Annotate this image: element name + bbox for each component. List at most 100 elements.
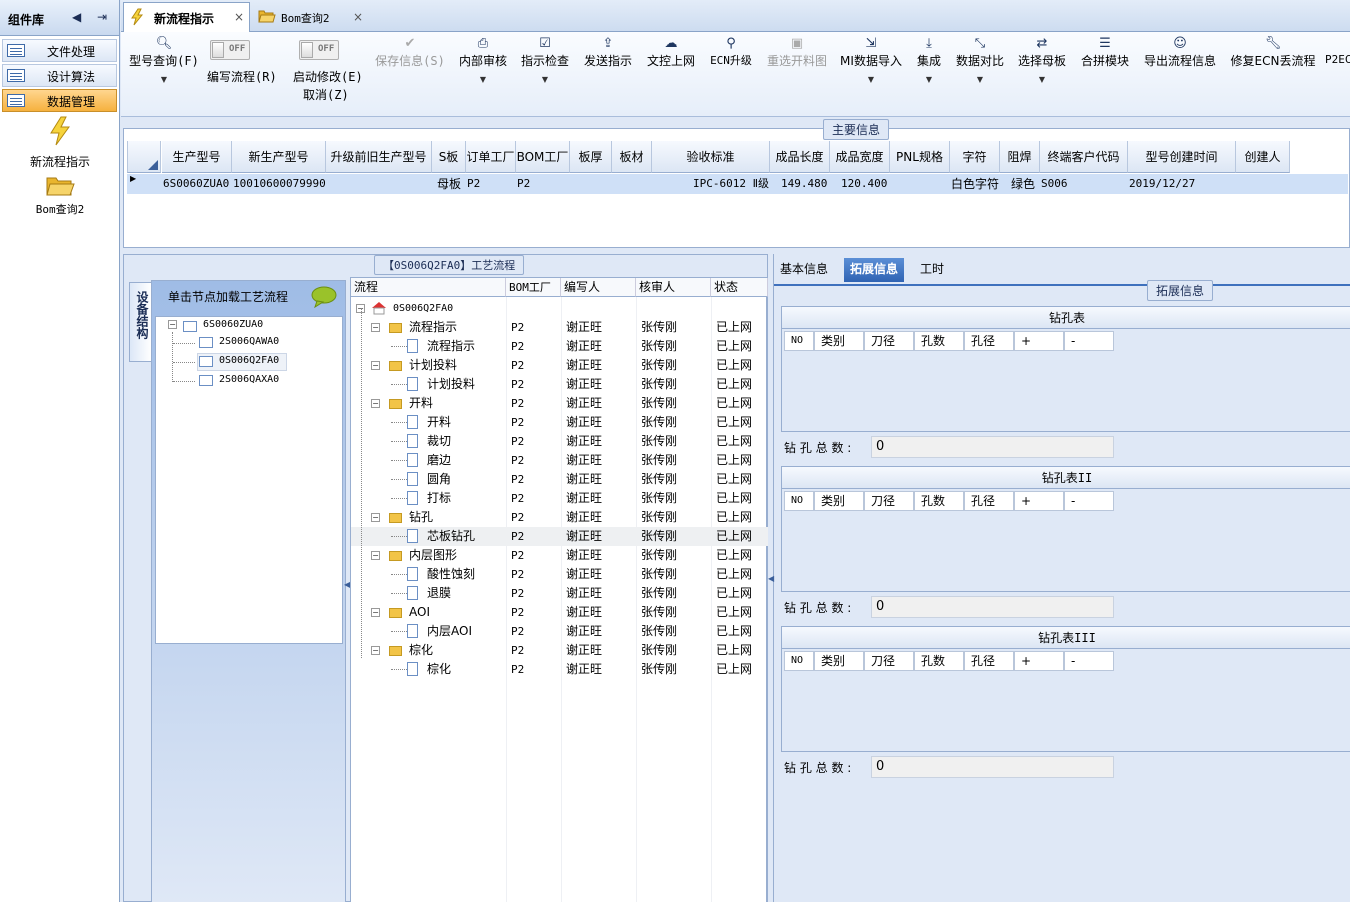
drill-column-header[interactable]: 类别	[814, 331, 864, 351]
column-header[interactable]: 编写人	[561, 278, 636, 297]
column-header[interactable]: PNL规格	[890, 141, 950, 173]
column-header[interactable]: 升级前旧生产型号	[326, 141, 432, 173]
sidebar-item-data[interactable]: 数据管理	[2, 89, 117, 112]
table-cell[interactable]: 10010600079990	[233, 174, 325, 194]
ecn-upgrade-button[interactable]: ⚲ ECN升级	[707, 36, 755, 68]
column-header[interactable]: 板厚	[570, 141, 612, 173]
tab-basic-info[interactable]: 基本信息	[774, 258, 834, 282]
write-flow-toggle[interactable]: OFF	[210, 40, 250, 60]
column-header[interactable]: 成品长度	[770, 141, 830, 173]
tree-node[interactable]: 2S006QAXA0	[219, 374, 279, 385]
table-cell[interactable]: 149.480	[771, 174, 829, 194]
new-flow-launcher[interactable]: 新流程指示	[10, 116, 110, 170]
column-header[interactable]: 字符	[950, 141, 1000, 173]
collapse-left-icon[interactable]: ◀	[72, 10, 81, 24]
model-query-button[interactable]: 🔍︎ 型号查询(F) ▼	[129, 36, 199, 84]
table-cell[interactable]: P2	[517, 174, 569, 194]
column-header[interactable]: 成品宽度	[830, 141, 890, 173]
column-header[interactable]: 新生产型号	[232, 141, 326, 173]
table-cell[interactable]: 120.400	[831, 174, 889, 194]
drill-column-header[interactable]: 刀径	[864, 331, 914, 351]
drill-column-header[interactable]: 孔径	[964, 651, 1014, 671]
drill-column-header[interactable]: 孔径	[964, 331, 1014, 351]
bom-query-launcher[interactable]: Bom查询2	[10, 174, 110, 217]
export-flow-info-button[interactable]: ☺ 导出流程信息	[1142, 36, 1218, 69]
table-cell[interactable]: 母板	[433, 174, 465, 194]
tree-node-selected[interactable]: 0S006Q2FA0	[219, 355, 279, 366]
mi-data-import-button[interactable]: ⇲ MI数据导入 ▼	[838, 36, 904, 84]
table-cell[interactable]	[613, 174, 651, 194]
process-row[interactable]: 磨边 P2 谢正旺 张传刚 已上网	[351, 451, 768, 470]
column-header[interactable]: 创建人	[1236, 141, 1290, 173]
process-row[interactable]: 圆角 P2 谢正旺 张传刚 已上网	[351, 470, 768, 489]
drill-column-header[interactable]: 刀径	[864, 651, 914, 671]
process-row[interactable]: − 棕化 P2 谢正旺 张传刚 已上网	[351, 641, 768, 660]
collapse-icon[interactable]: −	[371, 513, 380, 522]
integrate-button[interactable]: ⤓ 集成 ▼	[912, 36, 946, 84]
drill-column-header[interactable]: 孔径	[964, 491, 1014, 511]
process-row[interactable]: 酸性蚀刻 P2 谢正旺 张传刚 已上网	[351, 565, 768, 584]
table-cell[interactable]: S006	[1041, 174, 1127, 194]
column-header[interactable]: 状态	[711, 278, 768, 297]
table-cell[interactable]: 2019/12/27	[1129, 174, 1235, 194]
edit-toggle[interactable]: OFF	[299, 40, 339, 60]
table-cell[interactable]	[1237, 174, 1289, 194]
data-compare-button[interactable]: ⤡ 数据对比 ▼	[954, 36, 1006, 84]
drill-column-header[interactable]: 孔数	[914, 331, 964, 351]
drill-column-header[interactable]: NO	[784, 651, 814, 671]
column-header[interactable]: 验收标准	[652, 141, 770, 173]
process-row[interactable]: 计划投料 P2 谢正旺 张传刚 已上网	[351, 375, 768, 394]
column-header[interactable]: BOM工厂	[506, 278, 561, 297]
process-row[interactable]: 打标 P2 谢正旺 张传刚 已上网	[351, 489, 768, 508]
process-row[interactable]: − 流程指示 P2 谢正旺 张传刚 已上网	[351, 318, 768, 337]
collapse-icon[interactable]: −	[371, 608, 380, 617]
process-row[interactable]: 芯板钻孔 P2 谢正旺 张传刚 已上网	[351, 527, 768, 546]
tab-extended-info[interactable]: 拓展信息	[844, 258, 905, 282]
tab-bom-query[interactable]: Bom查询2 ×	[252, 2, 367, 32]
drill-column-header[interactable]: -	[1064, 651, 1114, 671]
drill-total-field[interactable]: 0	[871, 436, 1114, 458]
column-header[interactable]: 型号创建时间	[1128, 141, 1236, 173]
drill-column-header[interactable]: -	[1064, 491, 1114, 511]
column-header[interactable]: 订单工厂	[466, 141, 516, 173]
close-icon[interactable]: ×	[353, 10, 363, 24]
p2ec-button[interactable]: . P2EC	[1325, 36, 1350, 66]
process-row[interactable]: − 计划投料 P2 谢正旺 张传刚 已上网	[351, 356, 768, 375]
drill-column-header[interactable]: 刀径	[864, 491, 914, 511]
reselect-cut-image-button[interactable]: ▣ 重选开料图	[765, 36, 829, 69]
table-cell[interactable]	[891, 174, 949, 194]
process-row[interactable]: − AOI P2 谢正旺 张传刚 已上网	[351, 603, 768, 622]
drill-column-header[interactable]: NO	[784, 491, 814, 511]
instruction-check-button[interactable]: ☑ 指示检查 ▼	[519, 36, 571, 84]
drill-column-header[interactable]: 孔数	[914, 491, 964, 511]
column-header[interactable]: 核审人	[636, 278, 711, 297]
collapse-icon[interactable]: −	[168, 320, 177, 329]
process-row[interactable]: − 开料 P2 谢正旺 张传刚 已上网	[351, 394, 768, 413]
fix-ecn-lost-flow-button[interactable]: 🔧︎ 修复ECN丢流程	[1228, 36, 1318, 69]
table-cell[interactable]: 白色字符	[951, 174, 999, 194]
column-header[interactable]: BOM工厂	[516, 141, 570, 173]
table-cell[interactable]: 绿色	[1001, 174, 1039, 194]
drill-column-header[interactable]: +	[1014, 331, 1064, 351]
column-header[interactable]: 流程	[351, 278, 506, 297]
tab-device-structure[interactable]: 设备结构	[129, 282, 151, 362]
collapse-icon[interactable]: −	[371, 646, 380, 655]
column-header[interactable]: 生产型号	[162, 141, 232, 173]
column-header[interactable]: 终端客户代码	[1040, 141, 1128, 173]
select-mother-board-button[interactable]: ⇄ 选择母板 ▼	[1016, 36, 1068, 84]
column-header[interactable]: 板材	[612, 141, 652, 173]
collapse-icon[interactable]: −	[371, 323, 380, 332]
column-header[interactable]: S板	[432, 141, 466, 173]
process-row[interactable]: 棕化 P2 谢正旺 张传刚 已上网	[351, 660, 768, 679]
tab-new-flow[interactable]: 新流程指示 ×	[123, 2, 250, 32]
doc-control-online-button[interactable]: ☁ 文控上网	[645, 36, 697, 69]
sidebar-item-file[interactable]: 文件处理	[2, 39, 117, 62]
drill-column-header[interactable]: NO	[784, 331, 814, 351]
table-cell[interactable]	[571, 174, 611, 194]
dock-icon[interactable]: ⇥	[97, 10, 107, 24]
process-row[interactable]: − 内层图形 P2 谢正旺 张传刚 已上网	[351, 546, 768, 565]
splitter-arrow-icon[interactable]: ◀	[768, 574, 774, 583]
table-cell[interactable]: IPC-6012 Ⅱ级	[653, 174, 769, 194]
table-cell[interactable]: 6S0060ZUA0	[163, 174, 231, 194]
process-row[interactable]: 流程指示 P2 谢正旺 张传刚 已上网	[351, 337, 768, 356]
